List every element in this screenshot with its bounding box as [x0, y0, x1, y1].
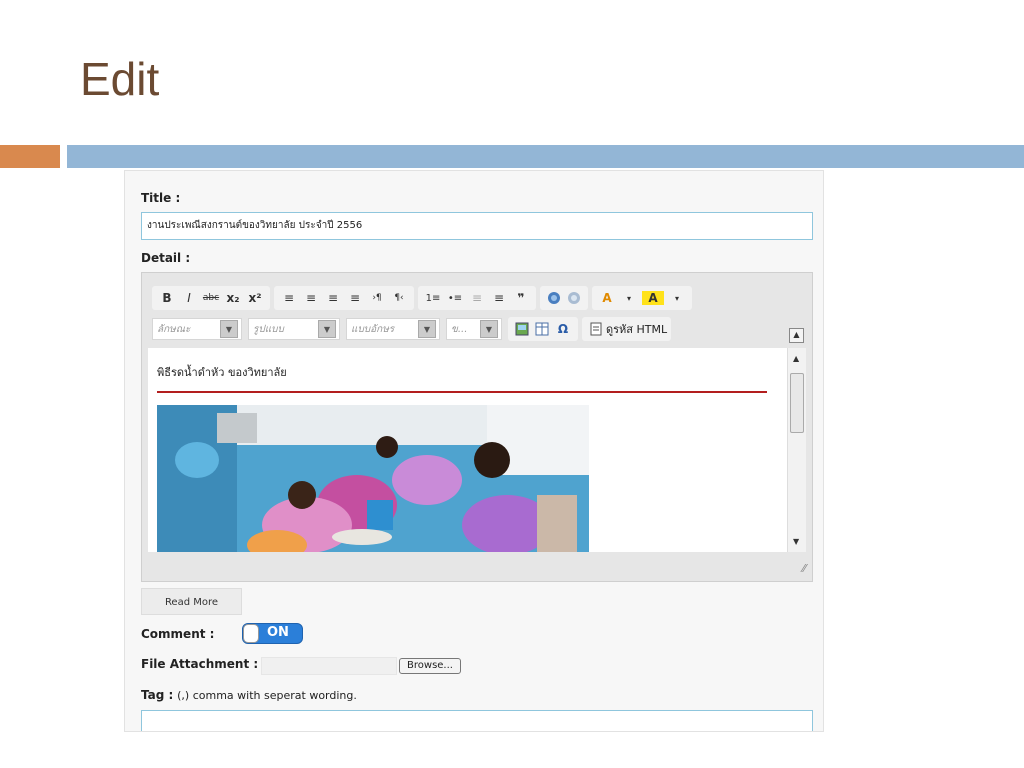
outdent-button[interactable]: ≡	[468, 291, 486, 305]
browse-button[interactable]: Browse...	[399, 658, 461, 674]
toggle-state: ON	[267, 625, 289, 640]
read-more-button[interactable]: Read More	[141, 588, 242, 615]
link-group	[540, 286, 588, 310]
bg-color-arrow-icon[interactable]: ▾	[668, 294, 686, 303]
format-combo[interactable]: รูปแบบ ▼	[248, 318, 340, 340]
list-group: 1≡ •≡ ≡ ≡ ❞	[418, 286, 536, 310]
toggle-knob	[243, 624, 259, 643]
special-char-icon[interactable]: Ω	[554, 322, 572, 336]
accent-bar-orange	[0, 145, 60, 168]
editor-toolbar-row-2: ลักษณะ ▼ รูปแบบ ▼ แบบอักษร ▼ ข... ▼ Ω ดู…	[152, 317, 675, 341]
file-attachment-label: File Attachment :	[141, 657, 259, 671]
scroll-up-icon[interactable]: ▲	[793, 354, 799, 363]
editor-scrollbar[interactable]: ▲ ▼	[787, 348, 806, 552]
comment-label: Comment :	[141, 627, 215, 641]
resize-handle-icon[interactable]: ⁄⁄	[802, 562, 806, 575]
italic-button[interactable]: I	[180, 291, 198, 305]
comment-toggle[interactable]: ON	[242, 623, 303, 644]
editor-content[interactable]: พิธีรดน้ำดำหัว ของวิทยาลัย	[148, 348, 792, 552]
blockquote-button[interactable]: ❞	[512, 291, 530, 305]
tag-hint: (,) comma with seperat wording.	[177, 689, 357, 702]
bulleted-list-button[interactable]: •≡	[446, 293, 464, 304]
detail-label: Detail :	[141, 251, 191, 265]
chevron-down-icon[interactable]: ▼	[480, 320, 498, 338]
scroll-down-icon[interactable]: ▼	[793, 537, 799, 546]
align-right-button[interactable]: ≡	[324, 291, 342, 305]
align-center-button[interactable]: ≡	[302, 291, 320, 305]
style-combo[interactable]: ลักษณะ ▼	[152, 318, 242, 340]
rtl-button[interactable]: ¶‹	[390, 293, 408, 303]
content-photo	[157, 405, 589, 552]
title-input[interactable]: งานประเพณีสงกรานต์ของวิทยาลัย ประจำปี 25…	[141, 212, 813, 240]
chevron-down-icon[interactable]: ▼	[318, 320, 336, 338]
table-icon[interactable]	[535, 322, 549, 336]
text-color-arrow-icon[interactable]: ▾	[620, 294, 638, 303]
style-combo-label: ลักษณะ	[157, 323, 191, 335]
content-heading: พิธีรดน้ำดำหัว ของวิทยาลัย	[157, 366, 287, 379]
justify-button[interactable]: ≡	[346, 291, 364, 305]
size-combo[interactable]: ข... ▼	[446, 318, 502, 340]
tag-input[interactable]	[141, 710, 813, 731]
numbered-list-button[interactable]: 1≡	[424, 293, 442, 304]
title-label: Title :	[141, 191, 181, 205]
edit-form-panel: Title : งานประเพณีสงกรานต์ของวิทยาลัย ปร…	[124, 170, 824, 732]
unlink-icon[interactable]	[567, 291, 581, 305]
scroll-thumb[interactable]	[790, 373, 804, 433]
tag-label-row: Tag : (,) comma with seperat wording.	[141, 688, 357, 702]
image-icon[interactable]	[515, 322, 529, 336]
subscript-button[interactable]: x₂	[224, 291, 242, 305]
font-combo-label: แบบอักษร	[351, 323, 395, 335]
chevron-down-icon[interactable]: ▼	[418, 320, 436, 338]
editor-toolbar-row-1: B I abc x₂ x² ≡ ≡ ≡ ≡ ›¶ ¶‹ 1≡ •≡ ≡ ≡ ❞	[152, 286, 696, 310]
slide-title: Edit	[80, 53, 160, 105]
source-label: ดูรหัส HTML	[606, 323, 668, 336]
chevron-down-icon[interactable]: ▼	[220, 320, 238, 338]
bold-button[interactable]: B	[158, 291, 176, 305]
indent-button[interactable]: ≡	[490, 291, 508, 305]
insert-group: Ω	[508, 317, 578, 341]
format-combo-label: รูปแบบ	[253, 323, 284, 335]
content-divider	[157, 391, 767, 393]
source-button[interactable]: ดูรหัส HTML	[582, 317, 672, 341]
color-group: A ▾ A ▾	[592, 286, 692, 310]
collapse-toolbar-icon[interactable]: ▲	[789, 328, 804, 343]
source-icon	[590, 322, 602, 336]
tag-label: Tag :	[141, 688, 174, 702]
accent-bar-blue	[67, 145, 1024, 168]
strike-button[interactable]: abc	[202, 293, 220, 303]
text-style-group: B I abc x₂ x²	[152, 286, 270, 310]
rich-text-editor: B I abc x₂ x² ≡ ≡ ≡ ≡ ›¶ ¶‹ 1≡ •≡ ≡ ≡ ❞	[141, 272, 813, 582]
file-path-field[interactable]	[261, 657, 397, 675]
bg-color-button[interactable]: A	[642, 291, 664, 305]
size-combo-label: ข...	[451, 323, 468, 335]
superscript-button[interactable]: x²	[246, 291, 264, 305]
ltr-button[interactable]: ›¶	[368, 293, 386, 303]
text-color-button[interactable]: A	[598, 291, 616, 305]
align-group: ≡ ≡ ≡ ≡ ›¶ ¶‹	[274, 286, 414, 310]
align-left-button[interactable]: ≡	[280, 291, 298, 305]
link-icon[interactable]	[547, 291, 561, 305]
font-combo[interactable]: แบบอักษร ▼	[346, 318, 440, 340]
